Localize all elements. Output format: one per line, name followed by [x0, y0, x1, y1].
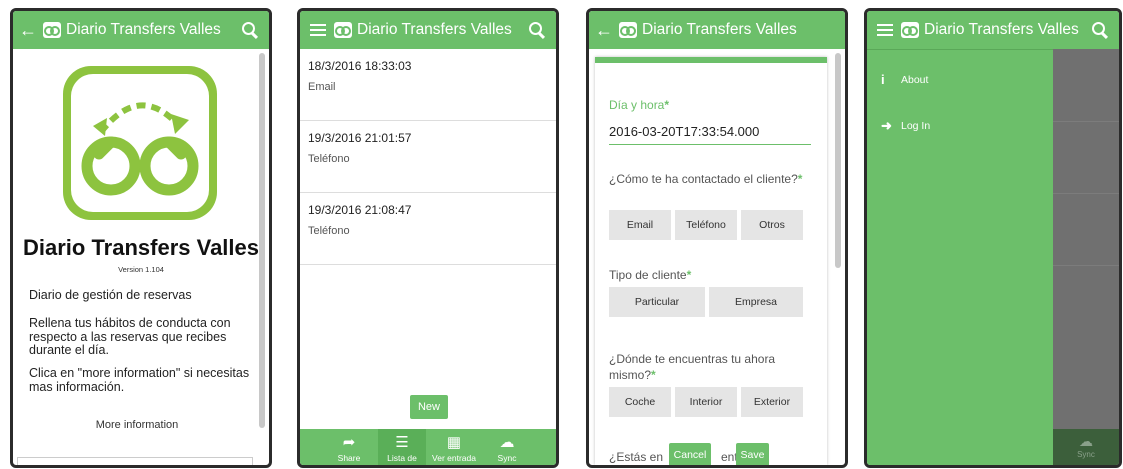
tab-label: Ver entrada [432, 453, 476, 463]
option-exterior[interactable]: Exterior [741, 387, 803, 417]
app-logo-icon [619, 22, 637, 38]
list-item[interactable]: 19/3/2016 21:08:47 Teléfono [300, 193, 556, 265]
app-logo-icon [334, 22, 352, 38]
screen-menu-drawer: Diario Transfers Valles ☁ Sync i About ➜… [864, 8, 1122, 468]
tab-label: Lista de [387, 453, 417, 463]
list-icon: ☰ [395, 434, 409, 451]
app-title: Diario Transfers Valles [924, 21, 1079, 38]
arrow-left-icon[interactable]: ← [589, 20, 619, 41]
scrollbar[interactable] [835, 53, 841, 268]
menu-item-label: Log In [901, 120, 931, 132]
help-paragraph: Clica en "more information" si necesitas… [29, 366, 250, 394]
more-information-link[interactable]: More information [13, 419, 261, 431]
tab-label: Sync [1077, 450, 1095, 459]
info-icon: i [881, 72, 885, 87]
option-particular[interactable]: Particular [609, 287, 705, 317]
login-icon: ➜ [881, 118, 892, 133]
menu-item-label: About [901, 73, 929, 86]
option-email[interactable]: Email [609, 210, 671, 240]
cloud-icon: ☁ [1079, 433, 1093, 449]
tab-sync-dimmed: ☁ Sync [1053, 429, 1119, 465]
screen-list: Diario Transfers Valles 18/3/2016 18:33:… [297, 8, 559, 468]
entry-form: Día y hora* 2016-03-20T17:33:54.000 ¿Cóm… [595, 57, 827, 465]
option-interior[interactable]: Interior [675, 387, 737, 417]
option-otros[interactable]: Otros [741, 210, 803, 240]
bottom-tab-bar: ➦ Share ☰ Lista de ▦ Ver entrada ☁ Sync [300, 429, 556, 465]
app-title: Diario Transfers Valles [66, 21, 221, 38]
menu-item-about[interactable]: i About [881, 72, 928, 87]
description-text: Diario de gestión de reservas [29, 288, 192, 302]
new-entry-button[interactable]: New [410, 395, 448, 419]
datetime-input[interactable]: 2016-03-20T17:33:54.000 [609, 121, 811, 145]
cancel-button[interactable]: Cancel [669, 443, 711, 465]
client-type-label: Tipo de cliente* [609, 268, 692, 282]
app-header: ← Diario Transfers Valles [13, 11, 269, 49]
search-icon[interactable] [241, 21, 259, 39]
list-item[interactable]: 19/3/2016 21:01:57 Teléfono [300, 121, 556, 193]
tab-label: Share [337, 453, 361, 463]
version-label: Version 1.104 [118, 265, 164, 274]
hamburger-menu-icon[interactable] [877, 24, 893, 36]
dim-overlay[interactable] [1053, 49, 1119, 465]
datetime-label: Día y hora* [609, 98, 670, 112]
arrow-left-icon[interactable]: ← [13, 20, 43, 41]
entry-date: 19/3/2016 21:01:57 [308, 131, 412, 145]
tab-label: Sync [497, 453, 517, 463]
app-logo-icon [901, 22, 919, 38]
location-label: ¿Dónde te encuentras tu ahora mismo?* [609, 352, 776, 382]
page-title: Diario Transfers Valles [22, 235, 260, 260]
save-button[interactable]: Save [736, 443, 769, 465]
tab-list[interactable]: ☰ Lista de [378, 429, 426, 465]
screen-form: ← Diario Transfers Valles Día y hora* 20… [586, 8, 848, 468]
entry-contact-type: Email [308, 81, 336, 93]
app-title: Diario Transfers Valles [357, 21, 512, 38]
side-drawer: i About ➜ Log In [867, 49, 1053, 465]
app-header: Diario Transfers Valles [300, 11, 556, 49]
tab-view-entry[interactable]: ▦ Ver entrada [426, 429, 482, 465]
app-logo-icon [43, 22, 61, 38]
option-empresa[interactable]: Empresa [709, 287, 803, 317]
entry-contact-type: Teléfono [308, 153, 350, 165]
bottom-card [17, 457, 253, 465]
option-coche[interactable]: Coche [609, 387, 671, 417]
app-header: Diario Transfers Valles [867, 11, 1119, 49]
entry-date: 19/3/2016 21:08:47 [308, 203, 412, 217]
car-loop-icon [81, 102, 199, 196]
screen-home: ← Diario Transfers Valles Diario Transfe… [10, 8, 272, 468]
grid-icon: ▦ [446, 434, 462, 451]
app-header: ← Diario Transfers Valles [589, 11, 845, 49]
tab-share[interactable]: ➦ Share [324, 429, 374, 465]
list-item[interactable]: 18/3/2016 18:33:03 Email [300, 49, 556, 121]
share-icon: ➦ [342, 434, 356, 451]
hamburger-menu-icon[interactable] [310, 24, 326, 36]
app-icon [63, 66, 217, 220]
entry-date: 18/3/2016 18:33:03 [308, 59, 412, 73]
contact-method-label: ¿Cómo te ha contactado el cliente?* [609, 172, 803, 186]
tab-sync[interactable]: ☁ Sync [484, 429, 530, 465]
option-telefono[interactable]: Teléfono [675, 210, 737, 240]
intro-paragraph: Rellena tus hábitos de conducta con resp… [29, 316, 231, 357]
menu-item-login[interactable]: ➜ Log In [881, 118, 930, 134]
partial-question-label: ¿Estás en [609, 450, 664, 464]
search-icon[interactable] [528, 21, 546, 39]
cloud-icon: ☁ [499, 434, 515, 451]
entry-contact-type: Teléfono [308, 225, 350, 237]
app-title: Diario Transfers Valles [642, 21, 797, 38]
search-icon[interactable] [1091, 21, 1109, 39]
